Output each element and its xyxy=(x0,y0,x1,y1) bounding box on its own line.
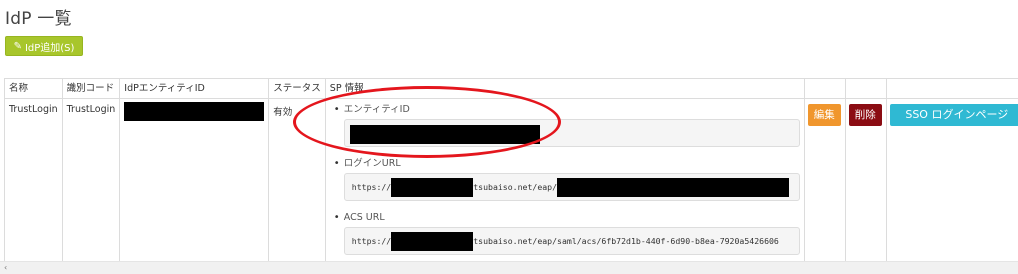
sp-entity-item: • エンティティID xyxy=(330,104,800,147)
header-sso-col xyxy=(885,78,1018,99)
sp-login-url-field[interactable]: https:// tsubaiso.net/eap/ xyxy=(343,173,800,201)
add-idp-button[interactable]: ✎ IdP追加(S) xyxy=(5,36,83,56)
header-delete-col xyxy=(844,78,887,99)
edit-icon: ✎ xyxy=(13,40,22,52)
redacted-login-path xyxy=(557,178,790,197)
sp-acs-url-field[interactable]: https:// tsubaiso.net/eap/saml/acs/6fb72d… xyxy=(343,227,800,255)
sso-login-page-button[interactable]: SSO ログインページ xyxy=(889,104,1018,126)
redacted-acs-host xyxy=(391,232,474,251)
redacted-sp-entity xyxy=(349,125,540,144)
cell-name: TrustLogin xyxy=(4,98,63,270)
sp-login-url-label: ログインURL xyxy=(343,158,401,169)
acs-url-prefix: https:// xyxy=(351,236,392,246)
header-sp-info: SP 情報 xyxy=(324,78,805,99)
scroll-left-icon[interactable]: ‹ xyxy=(4,262,7,274)
login-url-prefix: https:// xyxy=(351,182,392,192)
header-edit-col xyxy=(803,78,846,99)
cell-sp-info: • エンティティID • ログインURL https://tsubaiso.ne… xyxy=(324,98,805,270)
sp-login-url-item: • ログインURL https://tsubaiso.net/eap/ xyxy=(330,158,800,201)
edit-button[interactable]: 編集 xyxy=(807,104,841,126)
table-header-row: 名称 識別コード IdPエンティティID ステータス SP 情報 xyxy=(4,78,1018,99)
delete-button[interactable]: 削除 xyxy=(848,104,882,126)
login-url-middle: tsubaiso.net/eap/ xyxy=(473,182,558,192)
header-name: 名称 xyxy=(4,78,63,99)
acs-url-middle: tsubaiso.net/eap/saml/acs/6fb72d1b-440f-… xyxy=(473,236,779,246)
cell-delete: 削除 xyxy=(844,98,887,270)
redacted-login-host xyxy=(391,178,474,197)
table-row: TrustLogin TrustLogin 有効 • エンティティID • ログ… xyxy=(4,98,1018,270)
add-idp-label: IdP追加(S) xyxy=(24,42,75,54)
idp-table: 名称 識別コード IdPエンティティID ステータス SP 情報 TrustLo… xyxy=(4,78,1018,270)
header-status: ステータス xyxy=(268,78,326,99)
cell-entity-id xyxy=(119,98,270,270)
cell-sso: SSO ログインページ xyxy=(885,98,1018,270)
header-entity-id: IdPエンティティID xyxy=(119,78,270,99)
cell-status: 有効 xyxy=(268,98,326,270)
sp-acs-url-label: ACS URL xyxy=(343,212,385,223)
sp-entity-label: エンティティID xyxy=(343,104,410,115)
redacted-entity-id xyxy=(124,102,265,121)
sp-acs-url-item: • ACS URL https://tsubaiso.net/eap/saml/… xyxy=(330,212,800,255)
horizontal-scrollbar[interactable]: ‹ xyxy=(0,261,1018,274)
cell-code: TrustLogin xyxy=(61,98,121,270)
header-code: 識別コード xyxy=(61,78,121,99)
sp-entity-field[interactable] xyxy=(343,119,800,147)
cell-edit: 編集 xyxy=(803,98,846,270)
page-title: IdP 一覧 xyxy=(5,9,72,29)
